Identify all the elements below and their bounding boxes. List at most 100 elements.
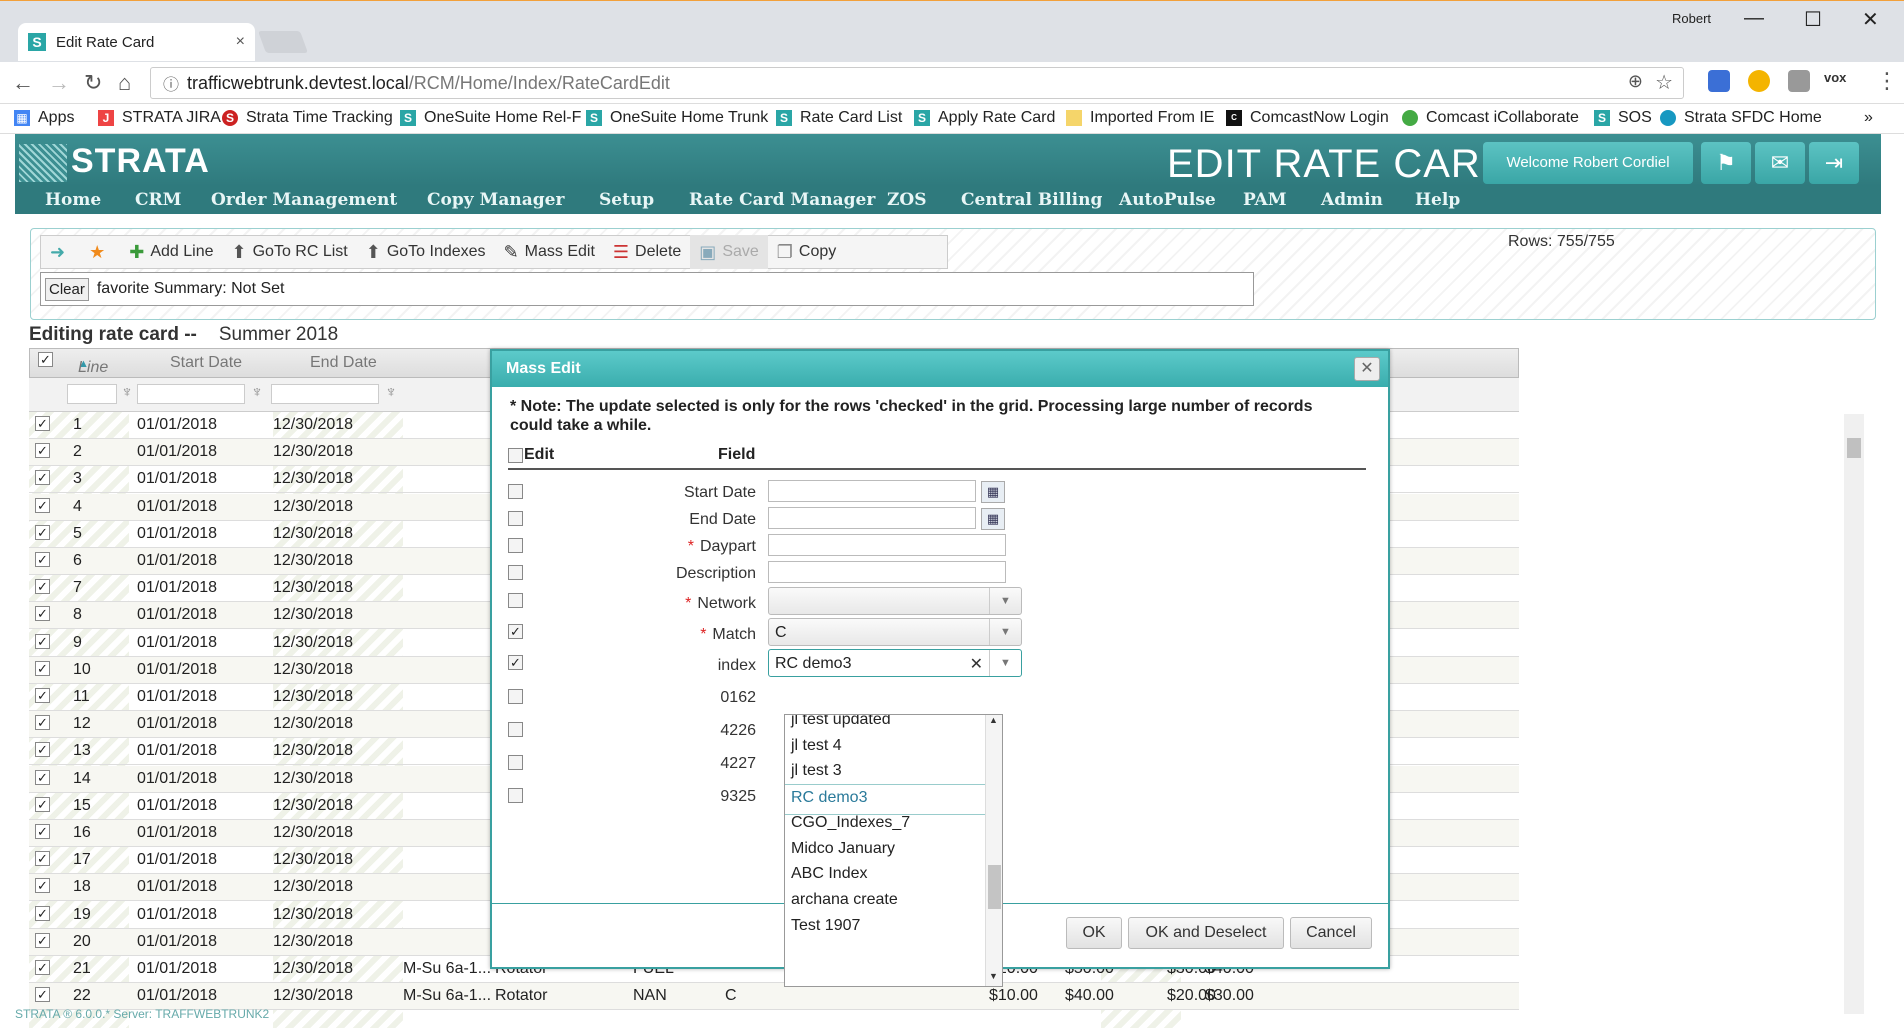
- row-checkbox[interactable]: ✓: [35, 932, 50, 948]
- ok-button[interactable]: OK: [1066, 917, 1122, 949]
- zoom-icon[interactable]: ⊕: [1628, 71, 1643, 92]
- welcome-button[interactable]: Welcome Robert Cordiel: [1483, 142, 1693, 184]
- edit-0162-checkbox[interactable]: [508, 689, 523, 704]
- menu-crm[interactable]: CRM: [135, 190, 181, 210]
- calendar-icon[interactable]: ▦: [981, 481, 1005, 503]
- edit-start-date-checkbox[interactable]: [508, 484, 523, 499]
- filter-line-input[interactable]: [67, 384, 117, 404]
- bookmark-icollaborate[interactable]: Comcast iCollaborate: [1402, 109, 1579, 127]
- row-checkbox[interactable]: ✓: [35, 497, 50, 513]
- bookmark-onesuite-rel[interactable]: S OneSuite Home Rel-F: [400, 109, 581, 127]
- row-checkbox[interactable]: ✓: [35, 769, 50, 785]
- edit-network-checkbox[interactable]: [508, 593, 523, 608]
- bookmark-rate-card-list[interactable]: S Rate Card List: [776, 109, 902, 127]
- browser-tab[interactable]: S Edit Rate Card ×: [18, 23, 255, 61]
- row-checkbox[interactable]: ✓: [35, 987, 50, 1003]
- row-checkbox[interactable]: ✓: [35, 905, 50, 921]
- start-date-input[interactable]: [768, 480, 976, 502]
- row-checkbox[interactable]: ✓: [35, 660, 50, 676]
- row-checkbox[interactable]: ✓: [35, 443, 50, 459]
- mail-icon[interactable]: ✉: [1755, 142, 1805, 184]
- row-checkbox[interactable]: ✓: [35, 824, 50, 839]
- menu-home[interactable]: Home: [45, 190, 101, 210]
- menu-autopulse[interactable]: AutoPulse: [1119, 190, 1216, 210]
- row-checkbox[interactable]: ✓: [35, 633, 50, 649]
- filter-icon[interactable]: ♆: [385, 384, 397, 402]
- clear-icon[interactable]: ✕: [970, 654, 983, 674]
- row-checkbox[interactable]: ✓: [35, 715, 50, 731]
- mass-edit-button[interactable]: ✎ Mass Edit: [495, 235, 604, 269]
- row-checkbox[interactable]: ✓: [35, 524, 50, 540]
- col-end-date[interactable]: End Date: [310, 354, 377, 372]
- url-input[interactable]: ⓘ trafficwebtrunk.devtest.local/RCM/Home…: [150, 67, 1684, 99]
- page-scrollbar[interactable]: [1844, 414, 1864, 1014]
- bookmark-imported-ie[interactable]: Imported From IE: [1066, 109, 1214, 127]
- bookmark-sos[interactable]: S SOS: [1594, 109, 1652, 127]
- bookmark-time-tracking[interactable]: S Strata Time Tracking: [222, 109, 393, 127]
- forward-icon[interactable]: →: [48, 70, 70, 96]
- bookmark-comcastnow[interactable]: C ComcastNow Login: [1226, 109, 1389, 127]
- close-window-icon[interactable]: ✕: [1862, 7, 1879, 32]
- edit-daypart-checkbox[interactable]: [508, 538, 523, 553]
- match-select[interactable]: C ▼: [768, 618, 1022, 646]
- edit-match-checkbox[interactable]: ✓: [508, 624, 523, 639]
- edit-9325-checkbox[interactable]: [508, 788, 523, 803]
- scroll-up-icon[interactable]: ▲: [989, 715, 998, 725]
- col-line[interactable]: Line ▲: [78, 354, 108, 376]
- bookmark-onesuite-trunk[interactable]: S OneSuite Home Trunk: [586, 109, 768, 127]
- end-date-input[interactable]: [768, 507, 976, 529]
- dropdown-scrollbar[interactable]: ▲ ▼: [985, 715, 1002, 986]
- info-icon[interactable]: ⓘ: [163, 71, 179, 95]
- menu-setup[interactable]: Setup: [599, 190, 654, 210]
- bookmark-sfdc[interactable]: Strata SFDC Home: [1660, 109, 1822, 127]
- filter-icon[interactable]: ♆: [251, 384, 263, 402]
- dialog-close-icon[interactable]: ✕: [1354, 357, 1380, 381]
- bookmark-apps[interactable]: ▦ Apps: [14, 109, 74, 127]
- favorite-button[interactable]: ★: [80, 235, 120, 269]
- menu-rate-card-manager[interactable]: Rate Card Manager: [689, 190, 875, 210]
- goto-indexes-button[interactable]: ⬆ GoTo Indexes: [357, 235, 495, 269]
- minimize-icon[interactable]: —: [1744, 7, 1764, 30]
- reload-icon[interactable]: ↻: [84, 70, 102, 96]
- row-checkbox[interactable]: ✓: [35, 552, 50, 567]
- tab-close-icon[interactable]: ×: [236, 33, 245, 51]
- edit-end-date-checkbox[interactable]: [508, 511, 523, 526]
- row-checkbox[interactable]: ✓: [35, 606, 50, 622]
- menu-pam[interactable]: PAM: [1243, 190, 1287, 210]
- extension-chat-icon[interactable]: [1708, 70, 1730, 92]
- calendar-icon[interactable]: ▦: [981, 508, 1005, 530]
- ok-deselect-button[interactable]: OK and Deselect: [1128, 917, 1284, 949]
- copy-button[interactable]: ❐ Copy: [768, 235, 846, 269]
- row-checkbox[interactable]: ✓: [35, 851, 50, 867]
- extension-chrome-icon[interactable]: [1748, 70, 1770, 92]
- filter-icon[interactable]: ♆: [121, 384, 133, 402]
- flag-icon[interactable]: ⚑: [1701, 142, 1751, 184]
- menu-zos[interactable]: ZOS: [887, 190, 927, 210]
- dropdown-scroll-thumb[interactable]: [988, 865, 1001, 909]
- description-input[interactable]: [768, 561, 1006, 583]
- row-checkbox[interactable]: ✓: [35, 416, 50, 431]
- scroll-down-icon[interactable]: ▼: [989, 971, 998, 981]
- menu-help[interactable]: Help: [1415, 190, 1460, 210]
- menu-copy-manager[interactable]: Copy Manager: [427, 190, 564, 210]
- row-checkbox[interactable]: ✓: [35, 796, 50, 812]
- goto-rc-list-button[interactable]: ⬆ GoTo RC List: [223, 235, 357, 269]
- back-icon[interactable]: ←: [12, 70, 34, 96]
- extension-vox-icon[interactable]: vox: [1824, 70, 1856, 92]
- edit-4227-checkbox[interactable]: [508, 755, 523, 770]
- filter-start-input[interactable]: [137, 384, 245, 404]
- edit-4226-checkbox[interactable]: [508, 722, 523, 737]
- profile-name[interactable]: Robert: [1672, 11, 1711, 26]
- row-checkbox[interactable]: ✓: [35, 579, 50, 595]
- scrollbar-thumb[interactable]: [1847, 438, 1861, 458]
- bookmark-apply-rate-card[interactable]: S Apply Rate Card: [914, 109, 1055, 127]
- browser-menu-icon[interactable]: ⋮: [1876, 68, 1898, 94]
- logout-icon[interactable]: ⇥: [1809, 142, 1859, 184]
- edit-index-checkbox[interactable]: ✓: [508, 655, 523, 670]
- save-button[interactable]: ▣ Save: [690, 235, 768, 269]
- forward-arrow-button[interactable]: ➜: [41, 235, 80, 269]
- menu-order-management[interactable]: Order Management: [211, 190, 397, 210]
- new-tab-button[interactable]: [257, 31, 309, 53]
- filter-end-input[interactable]: [271, 384, 379, 404]
- cancel-button[interactable]: Cancel: [1290, 917, 1372, 949]
